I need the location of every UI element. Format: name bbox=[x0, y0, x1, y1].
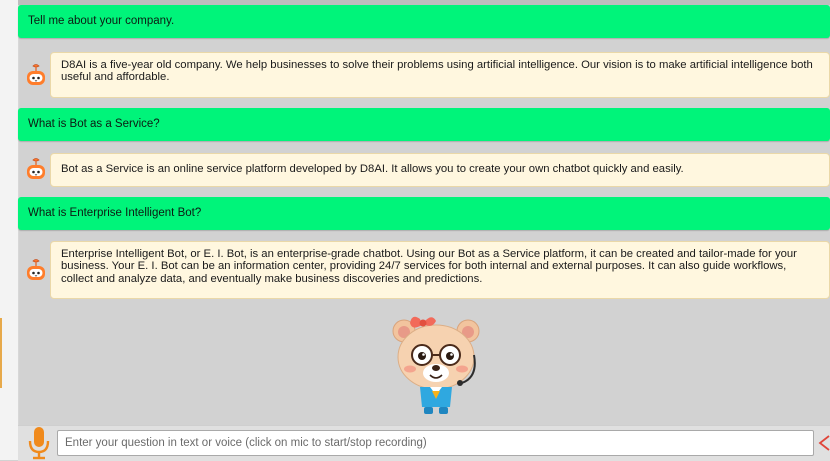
send-arrow-icon[interactable] bbox=[818, 434, 830, 452]
bot-answer-bubble: Enterprise Intelligent Bot, or E. I. Bot… bbox=[50, 241, 830, 299]
user-question-bubble: Tell me about your company. bbox=[18, 5, 830, 38]
bear-mascot bbox=[392, 316, 480, 414]
bot-answer-row: Enterprise Intelligent Bot, or E. I. Bot… bbox=[18, 241, 830, 299]
bot-answer-row: D8AI is a five-year old company. We help… bbox=[18, 52, 830, 98]
bot-answer-bubble: Bot as a Service is an online service pl… bbox=[50, 153, 830, 187]
bot-answer-row: Bot as a Service is an online service pl… bbox=[18, 153, 830, 187]
bot-answer-bubble: D8AI is a five-year old company. We help… bbox=[50, 52, 830, 98]
left-gutter bbox=[0, 0, 19, 460]
question-text: What is Enterprise Intelligent Bot? bbox=[28, 207, 202, 219]
user-question-bubble: What is Enterprise Intelligent Bot? bbox=[18, 197, 830, 230]
question-text: Tell me about your company. bbox=[28, 15, 175, 27]
answer-text: Enterprise Intelligent Bot, or E. I. Bot… bbox=[61, 248, 797, 285]
gutter-accent bbox=[0, 318, 2, 388]
question-text: What is Bot as a Service? bbox=[28, 118, 160, 130]
question-input[interactable] bbox=[57, 430, 814, 456]
user-question-bubble: What is Bot as a Service? bbox=[18, 108, 830, 141]
microphone-icon[interactable] bbox=[28, 426, 50, 460]
bot-avatar-icon bbox=[25, 157, 47, 181]
answer-text: D8AI is a five-year old company. We help… bbox=[61, 59, 813, 84]
bot-avatar-icon bbox=[25, 63, 47, 87]
bot-avatar-icon bbox=[25, 258, 47, 282]
answer-text: Bot as a Service is an online service pl… bbox=[61, 163, 684, 175]
